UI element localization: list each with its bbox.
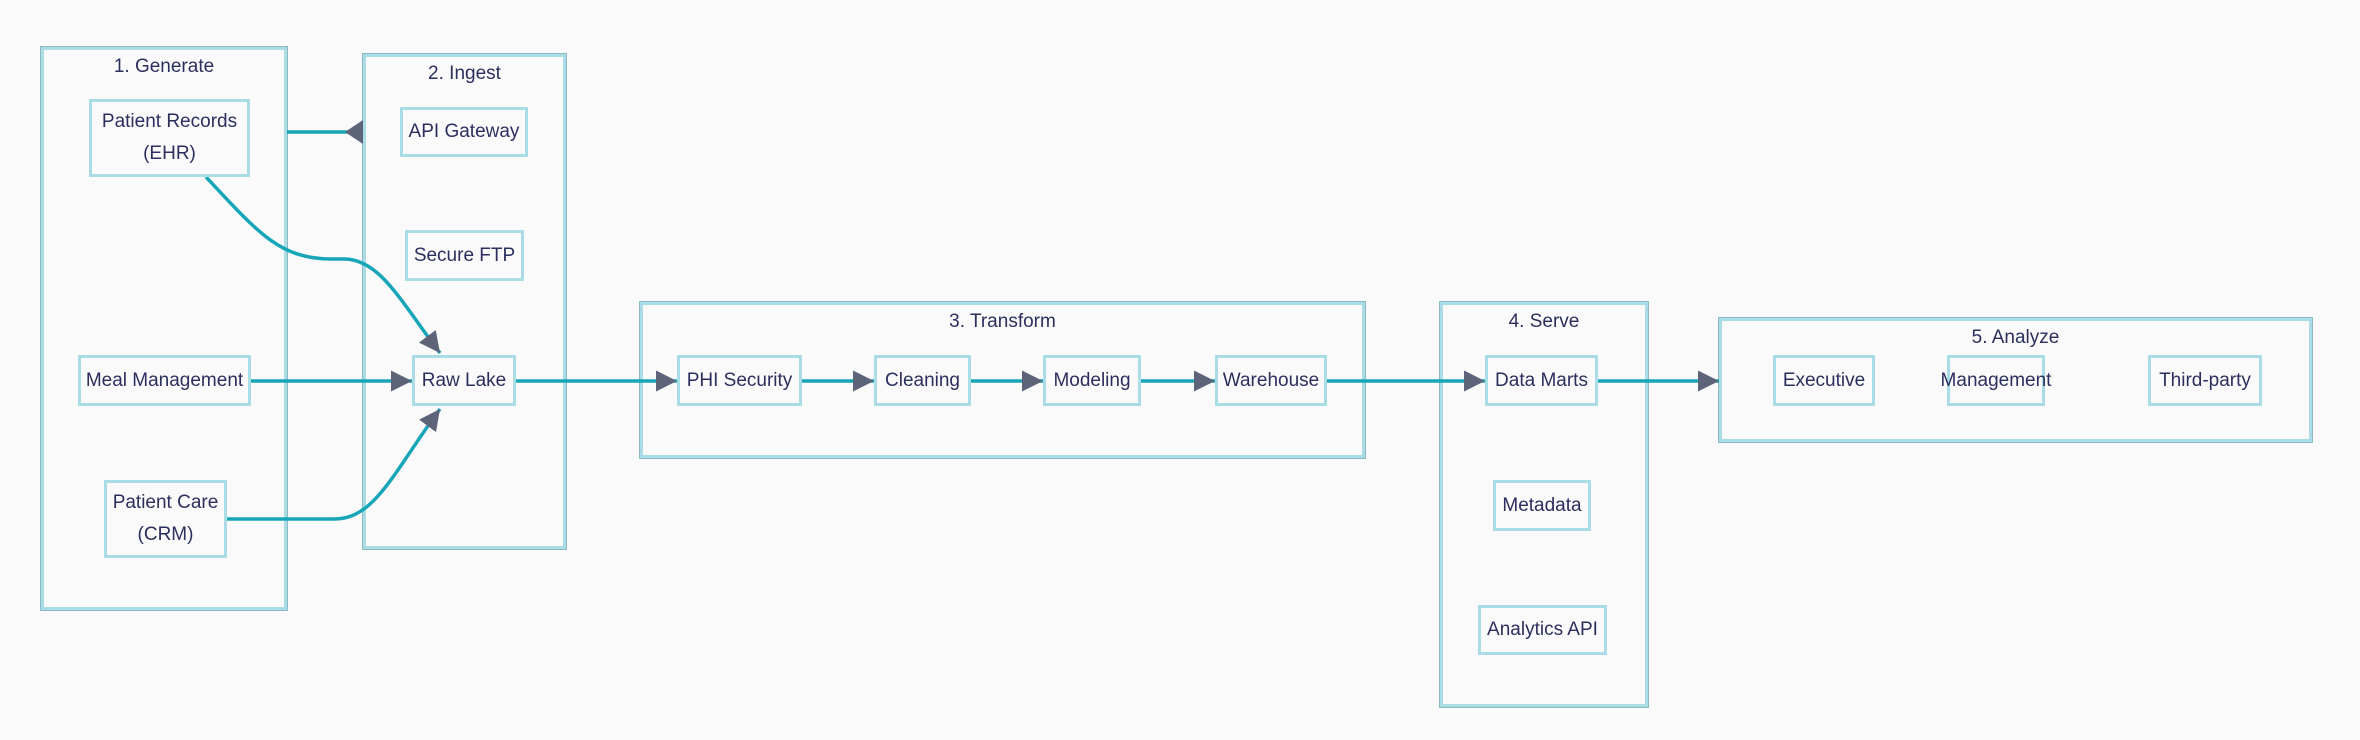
node-analytics-api[interactable]: Analytics API <box>1478 605 1607 655</box>
edge-crm-rawlake <box>227 407 442 521</box>
node-warehouse[interactable]: Warehouse <box>1215 355 1327 406</box>
node-modeling[interactable]: Modeling <box>1043 355 1141 406</box>
node-ehr[interactable]: Patient Records (EHR) <box>89 99 250 177</box>
node-raw-lake[interactable]: Raw Lake <box>412 355 516 406</box>
node-meal-management[interactable]: Meal Management <box>78 355 251 406</box>
node-executive[interactable]: Executive <box>1773 355 1875 406</box>
node-data-marts[interactable]: Data Marts <box>1485 355 1598 406</box>
node-cleaning[interactable]: Cleaning <box>874 355 971 406</box>
node-third-party[interactable]: Third-party <box>2148 355 2262 406</box>
node-secure-ftp[interactable]: Secure FTP <box>405 230 524 281</box>
node-phi-security[interactable]: PHI Security <box>677 355 802 406</box>
arrowhead-ingest <box>345 120 363 144</box>
node-management[interactable]: Management <box>1941 355 2051 406</box>
node-crm[interactable]: Patient Care (CRM) <box>104 480 227 558</box>
node-metadata[interactable]: Metadata <box>1493 480 1591 531</box>
node-api-gateway[interactable]: API Gateway <box>400 107 528 157</box>
